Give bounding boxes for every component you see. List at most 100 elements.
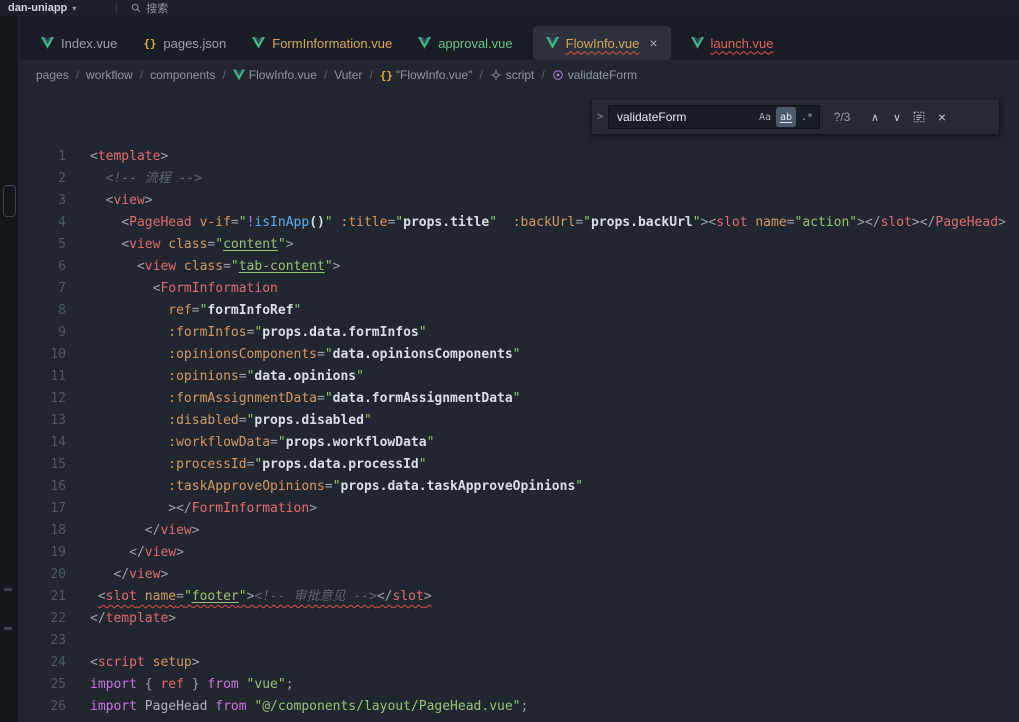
line-number: 16 (18, 476, 66, 498)
line-number: 10 (18, 344, 66, 366)
regex-toggle[interactable]: .* (797, 107, 817, 127)
breadcrumb-item-Vuter[interactable]: Vuter (334, 68, 362, 82)
chevron-down-icon[interactable]: ▾ (72, 4, 76, 13)
find-results-count: ?/3 (820, 110, 864, 124)
code-area: 1 <template>2 <!-- 流程 -->3 <view>4 <PageH… (18, 146, 1019, 718)
search-icon (131, 3, 141, 13)
code-text: <view> (106, 190, 153, 212)
close-find-icon[interactable]: × (930, 109, 954, 125)
tab-FormInformation.vue[interactable]: FormInformation.vue (239, 26, 405, 60)
line-number: 26 (18, 696, 66, 718)
code-line[interactable]: 5 <view class="content"> (18, 234, 1019, 256)
vue-icon (252, 37, 266, 50)
breadcrumb-item-components[interactable]: components (150, 68, 215, 82)
code-line[interactable]: 1 <template> (18, 146, 1019, 168)
code-line[interactable]: 3 <view> (18, 190, 1019, 212)
whole-word-toggle[interactable]: ab (776, 107, 796, 127)
breadcrumb-item-FlowInfo.vue[interactable]: {}"FlowInfo.vue" (380, 68, 473, 82)
search-label: 搜索 (146, 0, 168, 16)
code-line[interactable]: 11 :opinions="data.opinions" (18, 366, 1019, 388)
match-case-toggle[interactable]: Aa (755, 107, 775, 127)
code-line[interactable]: 17 ></FormInformation> (18, 498, 1019, 520)
code-text: :opinions="data.opinions" (168, 366, 364, 388)
code-text: <template> (90, 146, 168, 168)
json-icon: {} (143, 37, 157, 50)
breadcrumb-label: workflow (86, 68, 133, 82)
code-line[interactable]: 16 :taskApproveOpinions="props.data.task… (18, 476, 1019, 498)
code-line[interactable]: 18 </view> (18, 520, 1019, 542)
next-match-icon[interactable]: ∨ (886, 111, 908, 124)
code-line[interactable]: 6 <view class="tab-content"> (18, 256, 1019, 278)
find-query-text[interactable]: validateForm (617, 110, 754, 124)
breadcrumb-item-validateForm[interactable]: validateForm (552, 68, 637, 82)
code-line[interactable]: 2 <!-- 流程 --> (18, 168, 1019, 190)
line-number: 23 (18, 630, 66, 652)
line-number: 1 (18, 146, 66, 168)
breadcrumb-label: pages (36, 68, 69, 82)
code-line[interactable]: 4 <PageHead v-if="!isInApp()" :title="pr… (18, 212, 1019, 234)
breadcrumb-label: validateForm (568, 68, 637, 82)
code-line[interactable]: 22</template> (18, 608, 1019, 630)
code-line[interactable]: 20 </view> (18, 564, 1019, 586)
tab-FlowInfo.vue[interactable]: FlowInfo.vue× (533, 26, 671, 60)
breadcrumb-item-FlowInfo.vue[interactable]: FlowInfo.vue (233, 68, 317, 82)
code-line[interactable]: 25import { ref } from "vue"; (18, 674, 1019, 696)
line-number: 24 (18, 652, 66, 674)
tab-label: Index.vue (61, 36, 117, 51)
breadcrumb-label: "FlowInfo.vue" (396, 68, 473, 82)
breadcrumb-separator: / (324, 68, 327, 82)
tab-approval.vue[interactable]: approval.vue (405, 26, 525, 60)
code-text: :disabled="props.disabled" (168, 410, 372, 432)
code-line[interactable]: 23 (18, 630, 1019, 652)
close-tab-icon[interactable]: × (649, 36, 657, 50)
cropped-icon-outline (3, 185, 16, 217)
code-text: <PageHead v-if="!isInApp()" :title="prop… (121, 212, 1006, 234)
code-editor[interactable]: 1 <template>2 <!-- 流程 -->3 <view>4 <PageH… (18, 90, 1019, 722)
line-number: 19 (18, 542, 66, 564)
vue-icon (418, 37, 432, 50)
previous-match-icon[interactable]: ∧ (864, 111, 886, 124)
breadcrumb: pages/workflow/components/FlowInfo.vue/V… (18, 60, 1019, 90)
line-number: 12 (18, 388, 66, 410)
code-text: import { ref } from "vue"; (90, 674, 294, 696)
breadcrumb-label: Vuter (334, 68, 362, 82)
vue-icon (691, 37, 705, 50)
line-number: 21 (18, 586, 66, 608)
line-number: 5 (18, 234, 66, 256)
find-widget: > validateForm Aa ab .* ?/3 ∧ ∨ × (591, 100, 1000, 135)
breadcrumb-item-workflow[interactable]: workflow (86, 68, 133, 82)
breadcrumb-item-script[interactable]: script (490, 68, 535, 82)
breadcrumb-item-pages[interactable]: pages (36, 68, 69, 82)
tab-launch.vue[interactable]: launch.vue (678, 26, 787, 60)
code-line[interactable]: 19 </view> (18, 542, 1019, 564)
vue-icon (41, 37, 55, 50)
find-input[interactable]: validateForm Aa ab .* (608, 105, 820, 129)
breadcrumb-separator: / (541, 68, 544, 82)
cropped-glyph (4, 588, 12, 591)
code-text: <view class="content"> (121, 234, 293, 256)
code-line[interactable]: 7 <FormInformation (18, 278, 1019, 300)
line-number: 2 (18, 168, 66, 190)
code-line[interactable]: 15 :processId="props.data.processId" (18, 454, 1019, 476)
line-number: 3 (18, 190, 66, 212)
code-line[interactable]: 10 :opinionsComponents="data.opinionsCom… (18, 344, 1019, 366)
project-name[interactable]: dan-uniapp (8, 2, 67, 14)
code-line[interactable]: 12 :formAssignmentData="data.formAssignm… (18, 388, 1019, 410)
code-line[interactable]: 13 :disabled="props.disabled" (18, 410, 1019, 432)
global-search[interactable]: 搜索 (131, 0, 168, 16)
tab-pages.json[interactable]: {}pages.json (130, 26, 239, 60)
tab-label: FormInformation.vue (272, 36, 392, 51)
code-text: :processId="props.data.processId" (168, 454, 426, 476)
code-line[interactable]: 8 ref="formInfoRef" (18, 300, 1019, 322)
vue-icon (233, 69, 245, 81)
line-number: 6 (18, 256, 66, 278)
line-number: 13 (18, 410, 66, 432)
find-in-selection-icon[interactable] (908, 110, 930, 124)
code-line[interactable]: 14 :workflowData="props.workflowData" (18, 432, 1019, 454)
code-line[interactable]: 9 :formInfos="props.data.formInfos" (18, 322, 1019, 344)
code-line[interactable]: 21 <slot name="footer"><!-- 审批意见 --></sl… (18, 586, 1019, 608)
code-line[interactable]: 26import PageHead from "@/components/lay… (18, 696, 1019, 718)
toggle-replace-icon[interactable]: > (592, 111, 608, 123)
tab-Index.vue[interactable]: Index.vue (28, 26, 130, 60)
code-line[interactable]: 24<script setup> (18, 652, 1019, 674)
